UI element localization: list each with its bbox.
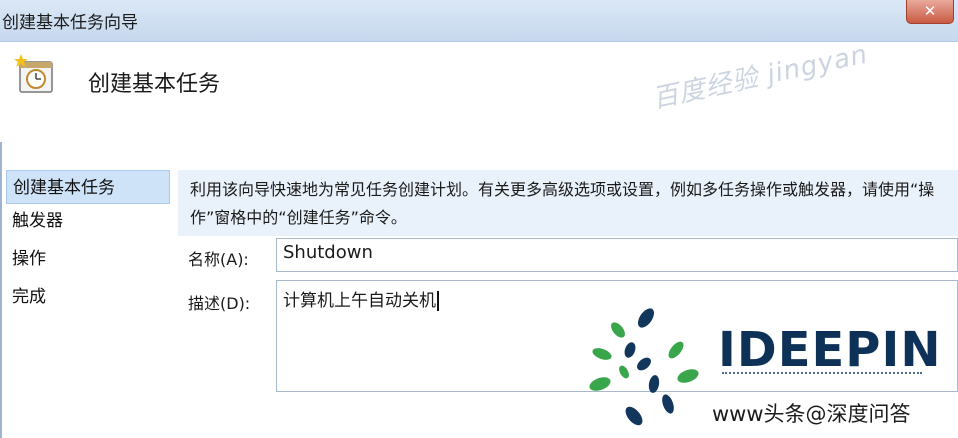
- window-title: 创建基本任务向导: [2, 13, 138, 33]
- page-title: 创建基本任务: [88, 72, 221, 97]
- close-button[interactable]: ✕: [906, 0, 954, 24]
- description-label: 描述(D):: [188, 294, 251, 313]
- ideepin-logo-icon: [589, 308, 699, 426]
- name-label: 名称(A):: [188, 250, 249, 269]
- nav-item-finish[interactable]: 完成: [6, 280, 170, 318]
- wizard-steps-nav: 创建基本任务 触发器 操作 完成: [6, 170, 170, 318]
- name-input-value: Shutdown: [283, 242, 373, 263]
- nav-item-create-task[interactable]: 创建基本任务: [6, 170, 170, 204]
- description-input-value: 计算机上午自动关机: [283, 291, 436, 311]
- nav-item-action[interactable]: 操作: [6, 242, 170, 280]
- wizard-description: 利用该向导快速地为常见任务创建计划。有关更多高级选项或设置，例如多任务操作或触发…: [178, 170, 958, 236]
- title-bar: 创建基本任务向导 ✕: [0, 0, 958, 42]
- name-input[interactable]: Shutdown: [276, 238, 958, 272]
- watermark-text: 百度经验 jingyan: [649, 39, 871, 115]
- text-caret: [437, 291, 439, 311]
- credit-watermark: www头条@深度问答: [712, 402, 911, 426]
- window-left-border: [0, 142, 2, 438]
- brand-underline: [722, 372, 922, 380]
- brand-logo-text: IDEEPIN: [718, 322, 942, 378]
- close-icon: ✕: [923, 2, 937, 20]
- wizard-header: 创建基本任务 百度经验 jingyan: [0, 39, 958, 142]
- task-clock-icon: [14, 54, 53, 93]
- nav-item-trigger[interactable]: 触发器: [6, 204, 170, 242]
